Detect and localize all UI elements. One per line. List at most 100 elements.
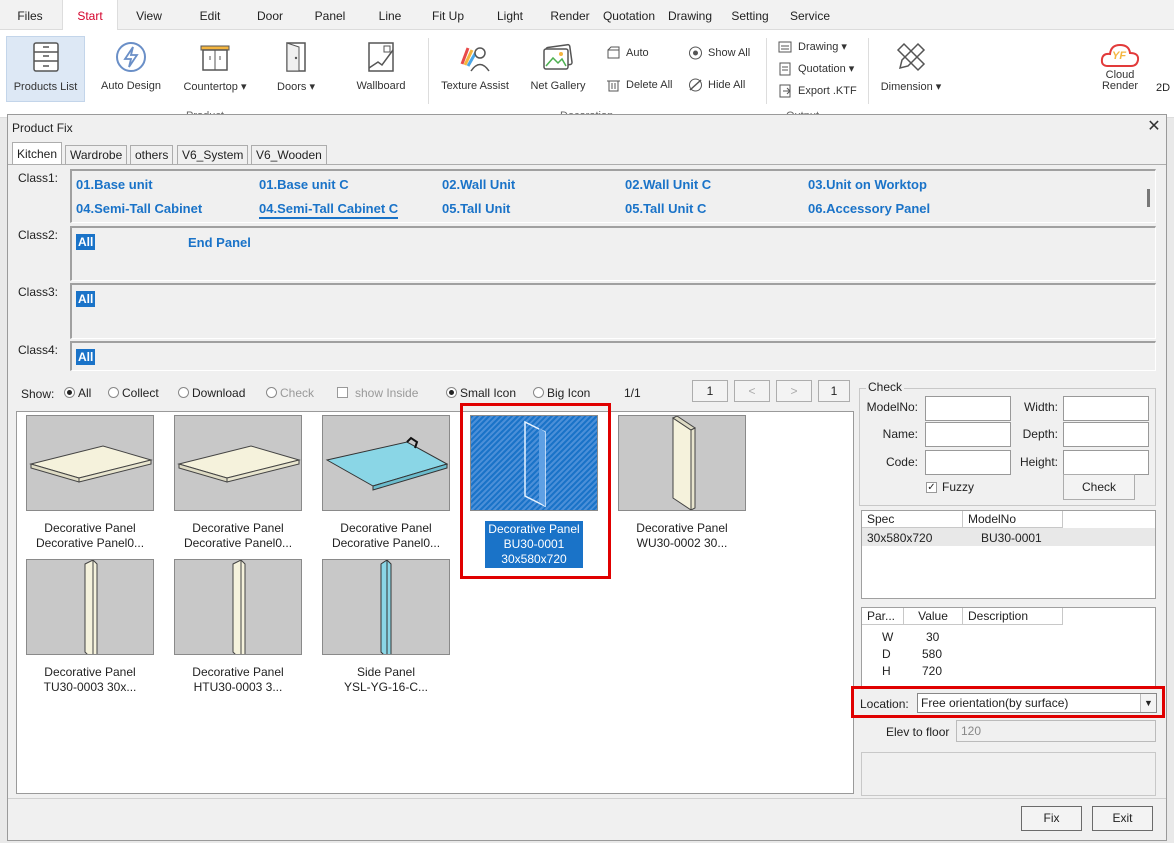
2d-button[interactable]: 2D bbox=[1156, 82, 1170, 94]
show-all-radio[interactable]: All bbox=[64, 386, 91, 400]
elev-input[interactable]: 120 bbox=[956, 720, 1156, 742]
tab-v6-system[interactable]: V6_System bbox=[177, 145, 249, 165]
wallboard-button[interactable]: Wallboard bbox=[348, 36, 414, 102]
small-icon-radio[interactable]: Small Icon bbox=[446, 386, 516, 400]
check-button[interactable]: Check bbox=[1063, 474, 1135, 500]
last-page-button[interactable]: 1 bbox=[818, 380, 850, 402]
menu-line[interactable]: Line bbox=[370, 0, 410, 30]
exit-button[interactable]: Exit bbox=[1092, 806, 1153, 831]
doors-button[interactable]: Doors ▾ bbox=[266, 36, 326, 102]
menu-drawing[interactable]: Drawing bbox=[668, 0, 712, 30]
menu-panel[interactable]: Panel bbox=[308, 0, 352, 30]
quotation-button[interactable]: Quotation ▾ bbox=[778, 60, 854, 78]
menu-setting[interactable]: Setting bbox=[730, 0, 770, 30]
next-page-button[interactable]: > bbox=[776, 380, 812, 402]
class1-option[interactable]: 05.Tall Unit C bbox=[625, 201, 706, 216]
class1-option[interactable]: 04.Semi-Tall Cabinet bbox=[76, 201, 202, 216]
texture-assist-button[interactable]: Texture Assist bbox=[436, 36, 514, 102]
class1-option[interactable]: 05.Tall Unit bbox=[442, 201, 510, 216]
dropdown-arrow-icon: ▾ bbox=[309, 81, 315, 93]
class3-all[interactable]: All bbox=[76, 291, 96, 307]
menu-service[interactable]: Service bbox=[790, 0, 830, 30]
menu-door[interactable]: Door bbox=[250, 0, 290, 30]
fuzzy-checkbox[interactable]: ✓ bbox=[926, 482, 937, 493]
tab-wardrobe[interactable]: Wardrobe bbox=[65, 145, 128, 165]
show-check-radio[interactable]: Check bbox=[266, 386, 314, 400]
fix-button[interactable]: Fix bbox=[1021, 806, 1082, 831]
show-download-text: Download bbox=[192, 386, 246, 400]
show-inside-checkbox[interactable] bbox=[337, 387, 348, 398]
footer-divider bbox=[8, 798, 1166, 799]
hide-all-button[interactable]: Hide All bbox=[688, 76, 745, 94]
class4-all[interactable]: All bbox=[76, 349, 96, 365]
products-list-button[interactable]: Products List bbox=[6, 36, 85, 102]
show-collect-radio[interactable]: Collect bbox=[108, 386, 159, 400]
class1-option[interactable]: 03.Unit on Worktop bbox=[808, 177, 927, 192]
tab-kitchen[interactable]: Kitchen bbox=[12, 142, 63, 165]
class1-option[interactable]: 01.Base unit bbox=[76, 177, 153, 192]
product-card[interactable]: Decorative Panel HTU30-0003 3... bbox=[173, 559, 303, 695]
first-page-button[interactable]: 1 bbox=[692, 380, 728, 402]
product-card[interactable]: Decorative Panel Decorative Panel0... bbox=[25, 415, 155, 551]
class1-label: Class1: bbox=[18, 171, 59, 185]
value-cell: 720 bbox=[922, 664, 943, 678]
net-gallery-button[interactable]: Net Gallery bbox=[524, 36, 592, 102]
class1-option-selected[interactable]: 04.Semi-Tall Cabinet C bbox=[259, 201, 399, 219]
code-input[interactable] bbox=[925, 450, 1011, 475]
export-ktf-button[interactable]: Export .KTF bbox=[778, 82, 857, 100]
auto-button[interactable]: Auto bbox=[606, 44, 649, 62]
big-icon-text: Big Icon bbox=[547, 386, 591, 400]
width-input[interactable] bbox=[1063, 396, 1149, 421]
dimension-button[interactable]: Dimension ▾ bbox=[876, 36, 946, 102]
table-row[interactable]: 30x580x720 BU30-0001 bbox=[862, 528, 1155, 546]
class1-option[interactable]: 02.Wall Unit C bbox=[625, 177, 711, 192]
delete-all-button[interactable]: Delete All bbox=[606, 76, 672, 94]
class1-option[interactable]: 02.Wall Unit bbox=[442, 177, 515, 192]
depth-input[interactable] bbox=[1063, 422, 1149, 447]
countertop-button[interactable]: Countertop ▾ bbox=[178, 36, 252, 102]
pencil-ruler-icon bbox=[894, 40, 928, 74]
class1-scrollbar[interactable] bbox=[1144, 173, 1154, 221]
drawing-icon bbox=[778, 40, 793, 54]
show-download-radio[interactable]: Download bbox=[178, 386, 245, 400]
auto-design-button[interactable]: Auto Design bbox=[96, 36, 166, 102]
menu-files[interactable]: Files bbox=[8, 0, 52, 30]
cloud-icon: YF bbox=[1100, 42, 1140, 68]
tab-others[interactable]: others bbox=[130, 145, 174, 165]
name-label: Name: bbox=[882, 427, 918, 441]
class2-option[interactable]: End Panel bbox=[188, 235, 251, 250]
class2-all[interactable]: All bbox=[76, 234, 96, 250]
product-card[interactable]: Decorative Panel WU30-0002 30... bbox=[617, 415, 747, 551]
prev-page-button[interactable]: < bbox=[734, 380, 770, 402]
menu-start[interactable]: Start bbox=[62, 0, 118, 30]
product-card[interactable]: Decorative Panel TU30-0003 30x... bbox=[25, 559, 155, 695]
big-icon-radio[interactable]: Big Icon bbox=[533, 386, 590, 400]
drawing-button[interactable]: Drawing ▾ bbox=[778, 38, 847, 56]
show-all-button[interactable]: Show All bbox=[688, 44, 750, 62]
class1-option[interactable]: 06.Accessory Panel bbox=[808, 201, 930, 216]
class1-option[interactable]: 01.Base unit C bbox=[259, 177, 349, 192]
show-inside-text: show Inside bbox=[355, 386, 419, 400]
product-fix-dialog: Product Fix ✕ Kitchen Wardrobe others V6… bbox=[7, 114, 1167, 841]
param-header: Par... bbox=[862, 608, 904, 625]
product-card[interactable]: Decorative Panel Decorative Panel0... bbox=[321, 415, 451, 551]
menu-fit-up[interactable]: Fit Up bbox=[426, 0, 470, 30]
menu-render[interactable]: Render bbox=[548, 0, 592, 30]
product-card[interactable]: Decorative Panel Decorative Panel0... bbox=[173, 415, 303, 551]
menu-light[interactable]: Light bbox=[490, 0, 530, 30]
location-highlight-box bbox=[851, 686, 1165, 718]
menu-edit[interactable]: Edit bbox=[190, 0, 230, 30]
cloud-render-button[interactable]: YF Cloud Render bbox=[1094, 40, 1146, 106]
close-icon[interactable]: ✕ bbox=[1146, 119, 1162, 135]
menu-view[interactable]: View bbox=[128, 0, 170, 30]
modelno-label: ModelNo: bbox=[866, 400, 918, 414]
menu-quotation[interactable]: Quotation bbox=[602, 0, 656, 30]
texture-assist-label: Texture Assist bbox=[441, 80, 509, 92]
scrollbar-thumb[interactable] bbox=[1147, 189, 1150, 207]
height-input[interactable] bbox=[1063, 450, 1149, 475]
name-input[interactable] bbox=[925, 422, 1011, 447]
modelno-input[interactable] bbox=[925, 396, 1011, 421]
product-card[interactable]: Side Panel YSL-YG-16-C... bbox=[321, 559, 451, 695]
tab-v6-wooden[interactable]: V6_Wooden bbox=[251, 145, 327, 165]
ribbon-separator bbox=[868, 38, 869, 104]
